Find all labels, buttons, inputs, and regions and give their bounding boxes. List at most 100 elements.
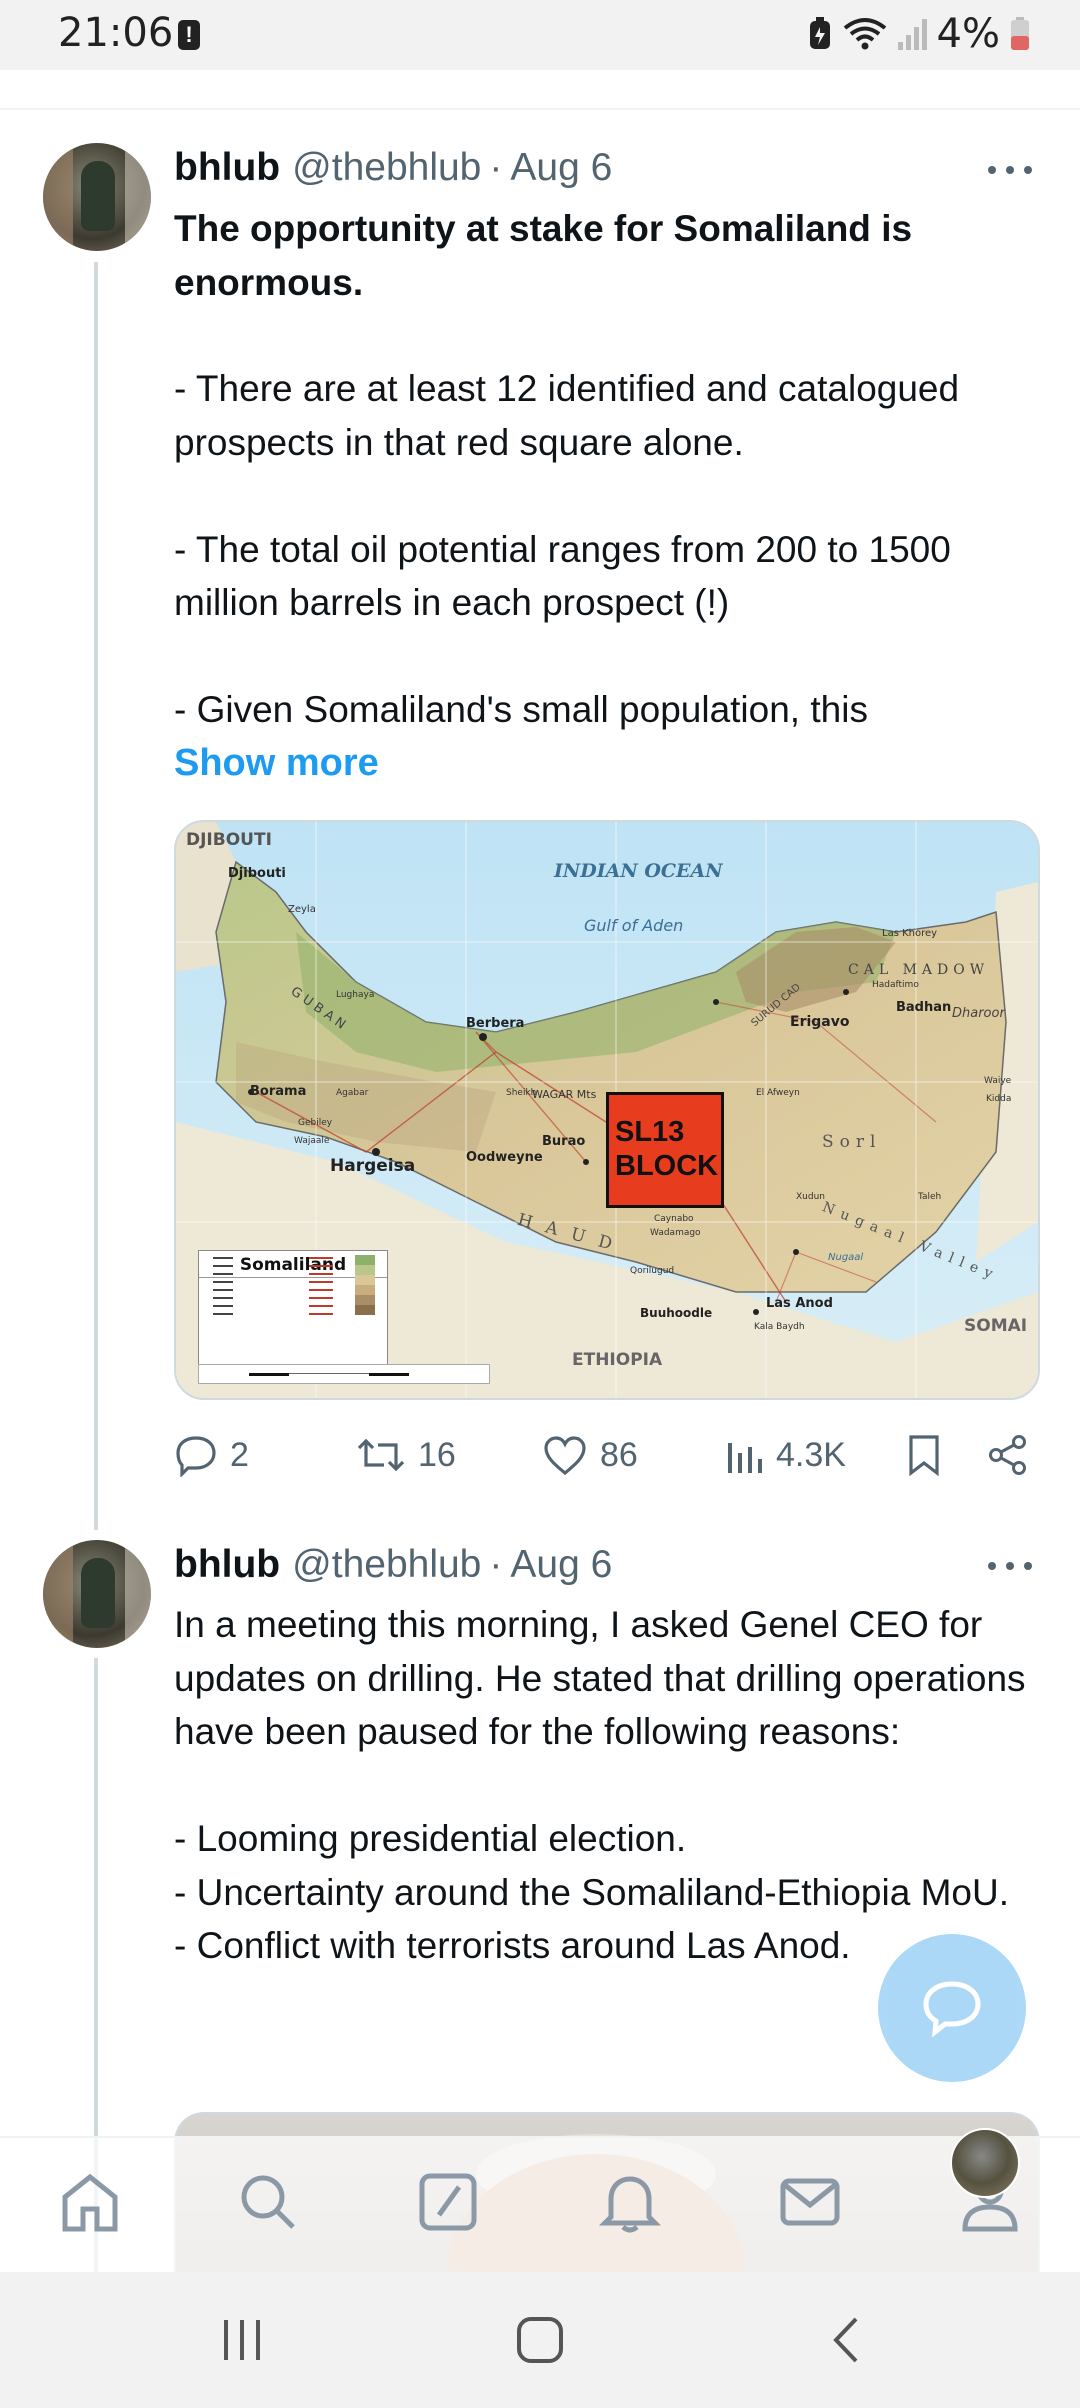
- home-button-icon: [517, 2317, 563, 2363]
- system-nav-bar: [0, 2272, 1080, 2408]
- nav-search[interactable]: [232, 2166, 304, 2238]
- tweet-actions: 2 16 86 4.3K: [174, 1430, 1044, 1480]
- tweet-body-text: In a meeting this morning, I asked Genel…: [174, 1604, 1026, 1966]
- display-name[interactable]: bhlub: [174, 1543, 280, 1587]
- battery-percent: 4%: [936, 11, 1000, 57]
- notifications-icon: [598, 2176, 662, 2233]
- block-label-line1: SL13: [615, 1116, 685, 1148]
- map-label: SOMAI: [964, 1316, 1028, 1336]
- map-label: Burao: [542, 1134, 586, 1149]
- reply-button[interactable]: 2: [174, 1430, 249, 1480]
- views-button[interactable]: 4.3K: [724, 1430, 846, 1480]
- separator-dot: ·: [489, 146, 503, 189]
- map-label: INDIAN OCEAN: [554, 860, 723, 882]
- map-label: Lughaya: [336, 990, 375, 1000]
- reply-count: 2: [230, 1435, 249, 1474]
- bottom-nav: [0, 2136, 1080, 2274]
- battery-saver-icon: [809, 17, 830, 49]
- back-button[interactable]: [806, 2310, 886, 2370]
- nav-notifications[interactable]: [594, 2166, 666, 2238]
- views-count: 4.3K: [776, 1435, 846, 1474]
- signal-icon: [897, 19, 927, 50]
- map-label: Xudun: [796, 1192, 825, 1202]
- timeline-divider: [0, 108, 1080, 110]
- nav-messages[interactable]: [774, 2166, 846, 2238]
- display-name[interactable]: bhlub: [174, 146, 280, 190]
- map-label: El Afweyn: [756, 1088, 800, 1098]
- messages-icon: [780, 2178, 840, 2226]
- home-icon: [62, 2173, 118, 2232]
- tweet-body-text: - There are at least 12 identified and c…: [174, 368, 960, 730]
- map-label: Djibouti: [228, 866, 286, 881]
- compose-button[interactable]: [878, 1934, 1026, 2082]
- like-button[interactable]: 86: [542, 1430, 638, 1480]
- battery-icon: [1011, 17, 1029, 50]
- map-label: Kidda: [986, 1094, 1012, 1104]
- tweet-header: bhlub @thebhlub · Aug 6: [174, 143, 612, 193]
- map-label: Erigavo: [790, 1014, 850, 1030]
- repost-button[interactable]: 16: [356, 1430, 456, 1480]
- separator-dot: ·: [489, 1543, 503, 1586]
- compose-chat-icon: [923, 1981, 981, 2037]
- map-label: Zeyla: [288, 904, 316, 915]
- map-label: Dharoor: [952, 1006, 1005, 1021]
- bookmark-icon: [909, 1435, 939, 1477]
- map-label: Agabar: [336, 1088, 369, 1098]
- map-legend: Somaliland: [198, 1250, 388, 1370]
- search-icon: [241, 2175, 295, 2229]
- share-icon: [989, 1435, 1026, 1475]
- map-label: Wajaale: [294, 1136, 330, 1146]
- tweet-headline: The opportunity at stake for Somaliland …: [174, 208, 913, 303]
- map-label: CAL MADOW: [848, 962, 990, 978]
- account-avatar[interactable]: [950, 2128, 1020, 2198]
- nav-grok[interactable]: [412, 2166, 484, 2238]
- alert-icon: !: [178, 20, 200, 50]
- status-bar: 21:06 ! 4%: [0, 0, 1080, 70]
- tweet-media-map[interactable]: DJIBOUTI Djibouti Zeyla INDIAN OCEAN Gul…: [174, 820, 1040, 1400]
- grok-icon: [419, 2173, 477, 2231]
- recents-button[interactable]: [203, 2310, 283, 2370]
- map-label: Sorl: [822, 1132, 882, 1152]
- map-label: Oodweyne: [466, 1150, 543, 1165]
- avatar[interactable]: [43, 1540, 151, 1648]
- map-label: ETHIOPIA: [572, 1350, 663, 1370]
- heart-icon: [544, 1436, 586, 1476]
- tweet-text: In a meeting this morning, I asked Genel…: [174, 1598, 1044, 1973]
- show-more-link[interactable]: Show more: [174, 737, 1044, 791]
- avatar[interactable]: [43, 143, 151, 251]
- map-label: DJIBOUTI: [186, 830, 272, 850]
- wifi-icon: [843, 18, 886, 50]
- status-time: 21:06: [58, 10, 174, 56]
- sl13-block-marker: SL13 BLOCK: [606, 1092, 724, 1208]
- tweet-date[interactable]: Aug 6: [510, 1543, 612, 1587]
- back-icon: [833, 2317, 858, 2363]
- more-options-icon[interactable]: [988, 160, 1032, 180]
- bookmark-button[interactable]: [906, 1430, 942, 1480]
- recents-icon: [224, 2320, 260, 2360]
- map-scale-bar: [198, 1364, 490, 1384]
- map-label: Wadamago: [650, 1228, 701, 1238]
- map-label: Qorilugud: [630, 1266, 675, 1276]
- map-label: Las Anod: [766, 1296, 833, 1311]
- tweet-date[interactable]: Aug 6: [510, 146, 612, 190]
- map-label: Nugaal: [828, 1252, 864, 1263]
- repost-count: 16: [418, 1435, 456, 1474]
- like-count: 86: [600, 1435, 638, 1474]
- map-label: Badhan: [896, 1000, 952, 1015]
- map-label: Borama: [250, 1084, 307, 1099]
- legend-symbols: [213, 1255, 375, 1315]
- more-options-icon[interactable]: [988, 1556, 1032, 1576]
- map-label: WAGAR Mts: [532, 1088, 597, 1101]
- user-handle[interactable]: @thebhlub: [292, 146, 481, 190]
- map-label: Hadaftimo: [872, 980, 919, 990]
- home-button[interactable]: [500, 2310, 580, 2370]
- user-handle[interactable]: @thebhlub: [292, 1543, 481, 1587]
- tweet-text: The opportunity at stake for Somaliland …: [174, 202, 1044, 790]
- nav-home[interactable]: [54, 2166, 126, 2238]
- map-label: Berbera: [466, 1016, 525, 1031]
- tweet-header: bhlub @thebhlub · Aug 6: [174, 1540, 612, 1590]
- views-icon: [728, 1443, 762, 1473]
- share-button[interactable]: [986, 1430, 1030, 1480]
- block-label-line2: BLOCK: [615, 1150, 719, 1182]
- status-icons: 4%: [807, 11, 1030, 57]
